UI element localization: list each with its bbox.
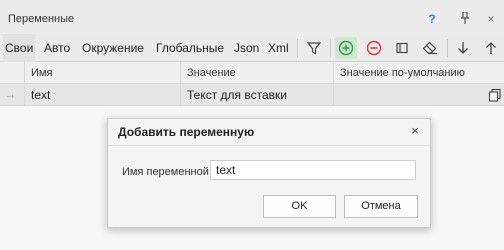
row-indicator-icon: → xyxy=(5,89,16,101)
table-row[interactable]: → text Текст для вставки xyxy=(0,84,504,106)
tab-xml[interactable]: Xml xyxy=(266,34,291,62)
variable-name-input[interactable] xyxy=(210,160,416,180)
toolbar-separator xyxy=(330,39,331,57)
panel-close-icon[interactable]: × xyxy=(484,12,498,26)
columns-icon[interactable] xyxy=(391,37,413,59)
arrow-down-icon[interactable] xyxy=(452,37,474,59)
pin-icon[interactable] xyxy=(458,11,472,27)
add-variable-dialog: Добавить переменную × Имя переменной OK … xyxy=(107,118,431,228)
tab-json[interactable]: Json xyxy=(232,34,261,62)
arrow-up-icon[interactable] xyxy=(480,37,502,59)
remove-variable-icon[interactable] xyxy=(363,37,385,59)
add-variable-icon[interactable] xyxy=(335,37,357,59)
copy-icon[interactable] xyxy=(488,88,502,105)
cell-name[interactable]: text xyxy=(24,84,180,106)
variable-name-label: Имя переменной xyxy=(122,166,209,178)
cell-default[interactable] xyxy=(333,84,504,106)
tab-own[interactable]: Свои xyxy=(3,34,36,62)
toolbar-separator xyxy=(297,39,298,57)
tabs-toolbar: Свои Авто Окружение Глобальные Json Xml xyxy=(0,34,504,62)
dialog-title: Добавить переменную xyxy=(118,125,255,139)
tab-global[interactable]: Глобальные xyxy=(154,34,226,62)
table-header: Имя Значение Значение по-умолчанию xyxy=(0,62,504,84)
column-header-value[interactable]: Значение xyxy=(180,62,333,84)
tab-auto[interactable]: Авто xyxy=(42,34,72,62)
panel-header: Переменные ? × xyxy=(0,0,504,34)
toolbar-separator xyxy=(447,39,448,57)
dialog-divider xyxy=(108,145,430,146)
filter-icon[interactable] xyxy=(303,37,325,59)
panel-title: Переменные xyxy=(8,13,75,25)
eraser-icon[interactable] xyxy=(419,37,441,59)
dialog-close-icon[interactable]: × xyxy=(408,123,422,138)
tab-environment[interactable]: Окружение xyxy=(80,34,146,62)
help-icon[interactable]: ? xyxy=(425,12,439,26)
cancel-button[interactable]: Отмена xyxy=(344,195,418,218)
column-header-name[interactable]: Имя xyxy=(24,62,180,84)
ok-button[interactable]: OK xyxy=(263,195,336,218)
column-header-default[interactable]: Значение по-умолчанию xyxy=(333,62,504,84)
cell-value[interactable]: Текст для вставки xyxy=(180,84,333,106)
